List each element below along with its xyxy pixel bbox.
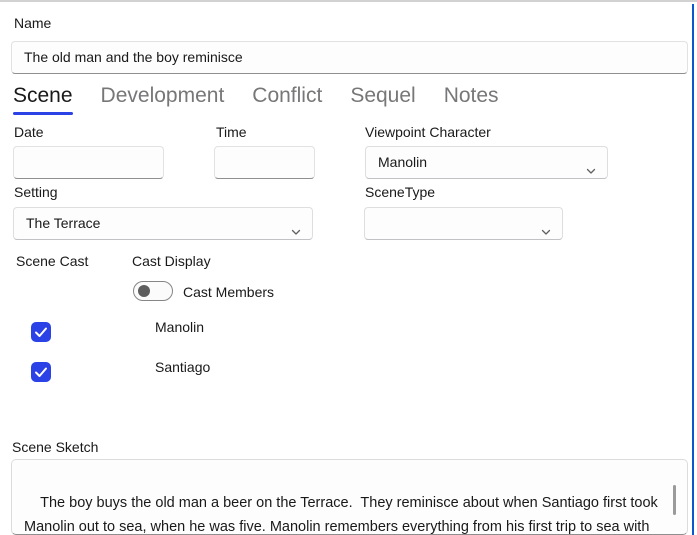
check-icon: [31, 362, 51, 382]
scene-sketch-label: Scene Sketch: [12, 439, 98, 455]
viewpoint-character-value: Manolin: [366, 147, 607, 178]
name-label: Name: [14, 15, 51, 31]
chevron-down-icon: [290, 218, 302, 230]
tab-conflict[interactable]: Conflict: [252, 84, 322, 115]
scene-type-combobox[interactable]: [364, 207, 563, 240]
scene-form-panel: Name The old man and the boy reminisce S…: [0, 0, 697, 535]
setting-combobox[interactable]: The Terrace: [13, 207, 313, 240]
check-icon: [31, 322, 51, 342]
cast-member-checkbox[interactable]: [31, 322, 51, 342]
name-input[interactable]: The old man and the boy reminisce: [11, 41, 688, 74]
cast-member-checkbox[interactable]: [31, 362, 51, 382]
cast-member-name: Santiago: [155, 359, 210, 375]
scene-sketch-textarea[interactable]: The boy buys the old man a beer on the T…: [11, 459, 688, 535]
tab-scene[interactable]: Scene: [13, 84, 73, 115]
chevron-down-icon: [540, 218, 552, 230]
toggle-knob: [138, 285, 150, 297]
tab-bar: Scene Development Conflict Sequel Notes: [13, 84, 499, 115]
tab-development[interactable]: Development: [101, 84, 225, 115]
tab-sequel[interactable]: Sequel: [350, 84, 415, 115]
chevron-down-icon: [585, 157, 597, 169]
date-label: Date: [14, 124, 44, 140]
setting-value: The Terrace: [14, 208, 312, 239]
cast-members-toggle[interactable]: [133, 281, 173, 301]
setting-label: Setting: [14, 184, 58, 200]
cast-member-name: Manolin: [155, 319, 204, 335]
viewpoint-character-combobox[interactable]: Manolin: [365, 146, 608, 179]
scrollbar-thumb[interactable]: [673, 485, 676, 515]
date-input[interactable]: [13, 146, 164, 179]
active-tab-underline: [13, 112, 73, 115]
scene-type-label: SceneType: [365, 184, 435, 200]
name-input-value: The old man and the boy reminisce: [12, 42, 687, 73]
cast-display-label: Cast Display: [132, 253, 211, 269]
scene-sketch-text: The boy buys the old man a beer on the T…: [24, 495, 662, 535]
viewpoint-character-label: Viewpoint Character: [365, 124, 491, 140]
scene-cast-label: Scene Cast: [16, 253, 88, 269]
time-input[interactable]: [214, 146, 315, 179]
tab-notes[interactable]: Notes: [444, 84, 499, 115]
cast-members-toggle-label: Cast Members: [183, 284, 274, 300]
window-right-edge: [692, 4, 694, 535]
time-label: Time: [216, 124, 247, 140]
